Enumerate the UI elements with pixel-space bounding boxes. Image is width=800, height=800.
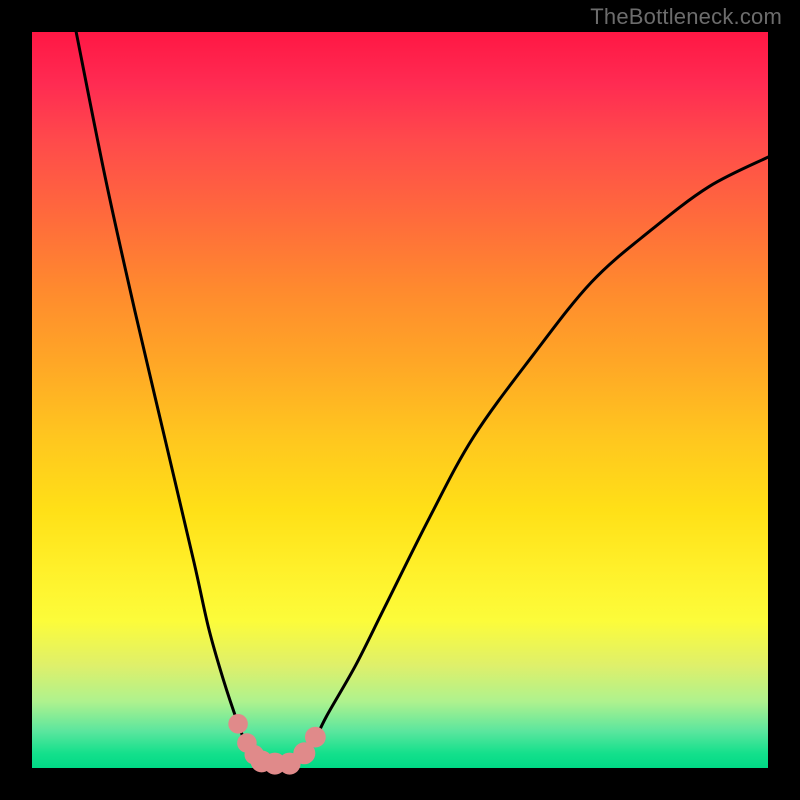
- watermark-text: TheBottleneck.com: [590, 4, 782, 30]
- chart-frame: TheBottleneck.com: [0, 0, 800, 800]
- valley-markers: [228, 714, 325, 775]
- right-branch-curve: [297, 157, 768, 764]
- curves-svg: [32, 32, 768, 768]
- plot-area: [32, 32, 768, 768]
- left-branch-curve: [76, 32, 267, 764]
- valley-marker: [228, 714, 248, 734]
- valley-marker: [305, 727, 326, 748]
